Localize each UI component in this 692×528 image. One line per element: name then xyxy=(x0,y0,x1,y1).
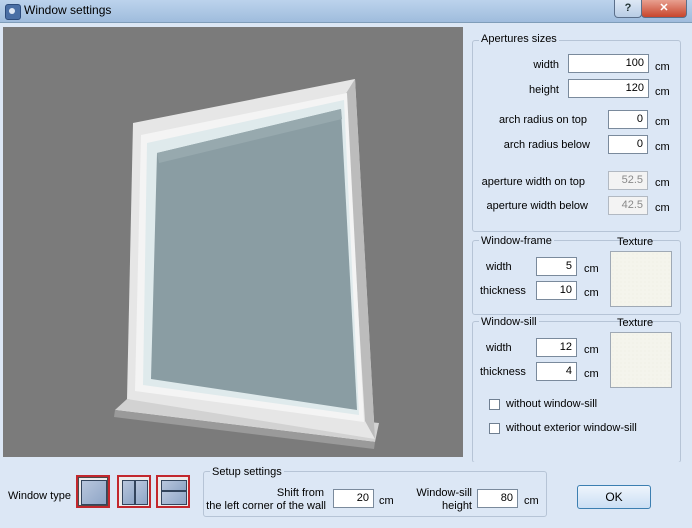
help-button[interactable]: ? xyxy=(614,0,642,18)
shift-from-left-field[interactable]: 20 xyxy=(333,489,374,508)
sill-height-label-line1: Window-sill xyxy=(416,487,472,499)
window-sill-legend: Window-sill xyxy=(479,316,539,328)
arch-radius-top-label: arch radius on top xyxy=(498,114,587,126)
frame-width-label: width xyxy=(486,261,512,273)
single-pane-icon xyxy=(81,480,107,505)
apertures-legend: Apertures sizes xyxy=(479,33,559,45)
right-pane-icon xyxy=(135,480,148,505)
unit-label: cm xyxy=(655,61,670,73)
without-exterior-sill-label[interactable]: without exterior window-sill xyxy=(506,422,637,434)
arch-radius-top-field[interactable]: 0 xyxy=(608,110,648,129)
app-icon xyxy=(5,4,21,20)
without-window-sill-label[interactable]: without window-sill xyxy=(506,398,597,410)
sill-height-unit-label: cm xyxy=(524,495,539,507)
sill-height-label-line2: height xyxy=(442,500,472,512)
unit-label: cm xyxy=(655,86,670,98)
frame-texture-label: Texture xyxy=(617,236,654,248)
aperture-width-below-field: 42.5 xyxy=(608,196,648,215)
aperture-width-below-label: aperture width below xyxy=(486,200,588,212)
window-type-label: Window type xyxy=(8,490,71,502)
unit-label: cm xyxy=(655,141,670,153)
without-exterior-sill-checkbox[interactable] xyxy=(489,423,500,434)
top-pane-icon xyxy=(161,480,187,491)
shift-label-line1: Shift from xyxy=(276,487,324,499)
sill-height-field[interactable]: 80 xyxy=(477,489,518,508)
window-frame-legend: Window-frame xyxy=(479,235,554,247)
unit-label: cm xyxy=(655,116,670,128)
sill-texture-swatch[interactable] xyxy=(610,332,672,388)
window-type-double-vertical-button[interactable] xyxy=(117,475,151,508)
sill-width-label: width xyxy=(486,342,512,354)
aperture-width-top-field: 52.5 xyxy=(608,171,648,190)
unit-label: cm xyxy=(655,202,670,214)
window-type-single-button[interactable] xyxy=(76,475,110,508)
window-title: Window settings xyxy=(24,3,112,17)
frame-width-field[interactable]: 5 xyxy=(536,257,577,276)
frame-thickness-field[interactable]: 10 xyxy=(536,281,577,300)
arch-radius-below-label: arch radius below xyxy=(503,139,590,151)
unit-label: cm xyxy=(584,344,599,356)
window-preview-viewport[interactable] xyxy=(3,27,463,457)
bottom-pane-icon xyxy=(161,491,187,505)
sill-thickness-field[interactable]: 4 xyxy=(536,362,577,381)
unit-label: cm xyxy=(584,368,599,380)
shift-label-line2: the left corner of the wall xyxy=(206,500,326,512)
aperture-width-field[interactable]: 100 xyxy=(568,54,649,73)
aperture-height-field[interactable]: 120 xyxy=(568,79,649,98)
setup-settings-legend: Setup settings xyxy=(210,466,284,478)
unit-label: cm xyxy=(584,263,599,275)
unit-label: cm xyxy=(584,287,599,299)
sill-width-field[interactable]: 12 xyxy=(536,338,577,357)
ok-button[interactable]: OK xyxy=(577,485,651,509)
window-type-double-horizontal-button[interactable] xyxy=(156,475,190,508)
shift-unit-label: cm xyxy=(379,495,394,507)
window-3d-preview xyxy=(114,79,379,449)
frame-texture-swatch[interactable] xyxy=(610,251,672,307)
frame-thickness-label: thickness xyxy=(480,285,526,297)
arch-radius-below-field[interactable]: 0 xyxy=(608,135,648,154)
left-pane-icon xyxy=(122,480,135,505)
close-button[interactable]: ✕ xyxy=(641,0,687,18)
aperture-height-label: height xyxy=(529,84,559,96)
title-bar: Window settings ? ✕ xyxy=(0,0,692,23)
unit-label: cm xyxy=(655,177,670,189)
aperture-width-label: width xyxy=(533,59,559,71)
sill-texture-label: Texture xyxy=(617,317,654,329)
sill-thickness-label: thickness xyxy=(480,366,526,378)
aperture-width-top-label: aperture width on top xyxy=(481,176,585,188)
without-window-sill-checkbox[interactable] xyxy=(489,399,500,410)
